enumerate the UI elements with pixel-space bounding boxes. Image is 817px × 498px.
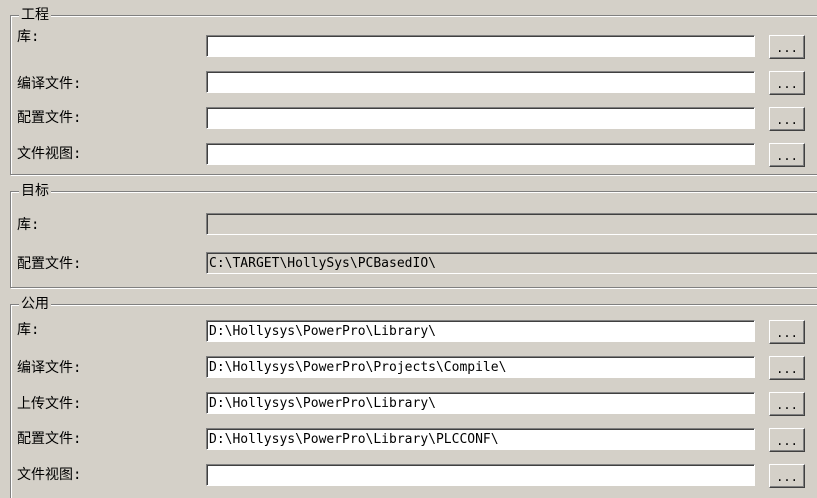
target-group-title: 目标 [19, 183, 51, 199]
common-library-field[interactable]: D:\Hollysys\PowerPro\Library\ [206, 320, 755, 342]
common-group-title: 公用 [19, 296, 51, 312]
project-compile-label: 编译文件: [17, 76, 82, 92]
project-library-field[interactable] [206, 35, 755, 57]
common-library-label: 库: [17, 322, 40, 338]
project-fileview-field[interactable] [206, 143, 755, 165]
project-library-label: 库: [17, 29, 40, 45]
target-config-field: C:\TARGET\HollySys\PCBasedIO\ [206, 252, 817, 274]
project-group-title: 工程 [19, 7, 51, 23]
common-compile-browse-button[interactable]: ... [769, 356, 805, 380]
project-config-label: 配置文件: [17, 110, 82, 126]
project-compile-field[interactable] [206, 71, 755, 93]
common-fileview-field[interactable] [206, 464, 755, 486]
common-library-browse-button[interactable]: ... [769, 320, 805, 344]
common-fileview-browse-button[interactable]: ... [769, 464, 805, 488]
target-config-label: 配置文件: [17, 256, 82, 272]
common-config-browse-button[interactable]: ... [769, 428, 805, 452]
project-config-browse-button[interactable]: ... [769, 107, 805, 131]
project-fileview-browse-button[interactable]: ... [769, 143, 805, 167]
target-library-label: 库: [17, 217, 40, 233]
common-config-label: 配置文件: [17, 431, 82, 447]
project-library-browse-button[interactable]: ... [769, 35, 805, 59]
project-compile-browse-button[interactable]: ... [769, 71, 805, 95]
common-upload-label: 上传文件: [17, 396, 82, 412]
project-config-field[interactable] [206, 107, 755, 129]
common-config-field[interactable]: D:\Hollysys\PowerPro\Library\PLCCONF\ [206, 428, 755, 450]
common-upload-browse-button[interactable]: ... [769, 392, 805, 416]
common-compile-label: 编译文件: [17, 360, 82, 376]
common-compile-field[interactable]: D:\Hollysys\PowerPro\Projects\Compile\ [206, 356, 755, 378]
target-library-field [206, 213, 817, 235]
common-fileview-label: 文件视图: [17, 467, 82, 483]
project-fileview-label: 文件视图: [17, 146, 82, 162]
common-upload-field[interactable]: D:\Hollysys\PowerPro\Library\ [206, 392, 755, 414]
